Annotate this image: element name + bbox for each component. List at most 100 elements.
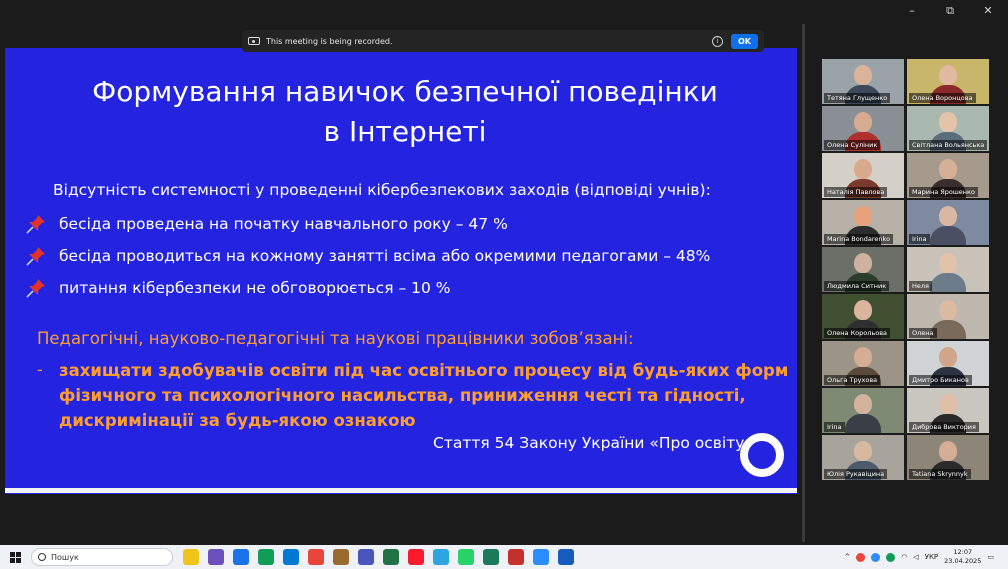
taskbar-app-icon[interactable] (258, 549, 274, 565)
slide-title-line2: в Інтернеті (323, 115, 487, 148)
participant-tile[interactable]: Тетяна Глущенко (822, 59, 904, 104)
participant-tile[interactable]: Tatiana Skrynnyk (907, 435, 989, 480)
volume-icon[interactable]: ◁ (913, 553, 918, 561)
participant-tile[interactable]: Олена Воронцова (907, 59, 989, 104)
participant-head (939, 394, 957, 415)
participant-name: Тетяна Глущенко (824, 93, 891, 103)
taskbar-app-icon[interactable] (208, 549, 224, 565)
participant-tile[interactable]: Олена (907, 294, 989, 339)
slide-bottom-strip (5, 488, 797, 493)
windows-taskbar: Пошук ^ ◠ ◁ УКР 12:07 23.04.2025 ▭ (0, 545, 1008, 569)
participant-name: Олена Суліник (824, 140, 881, 150)
taskbar-app-icon[interactable] (383, 549, 399, 565)
zoom-meeting-window: – ⧉ ✕ Формування навичок безпечної повед… (0, 0, 1008, 569)
participant-name: Irina (909, 234, 930, 244)
participant-head (939, 441, 957, 462)
slide-title: Формування навичок безпечної поведінки в… (5, 72, 805, 152)
windows-start-icon[interactable] (10, 551, 21, 563)
participant-tile[interactable]: Ольга Трухова (822, 341, 904, 386)
participant-name: Ольга Трухова (824, 375, 881, 385)
participant-tile[interactable]: Неля (907, 247, 989, 292)
taskbar-app-icon[interactable] (308, 549, 324, 565)
taskbar-app-icon[interactable] (533, 549, 549, 565)
window-controls: – ⧉ ✕ (904, 4, 996, 18)
ok-button[interactable]: OK (731, 33, 758, 49)
participant-tile[interactable]: Юлія Рукавіцина (822, 435, 904, 480)
taskbar-app-icon[interactable] (283, 549, 299, 565)
notifications-icon[interactable]: ▭ (987, 553, 994, 561)
obligations-heading: Педагогічні, науково-педагогічні та наук… (37, 329, 634, 348)
close-icon[interactable]: ✕ (980, 4, 996, 18)
taskbar-app-icon[interactable] (233, 549, 249, 565)
taskbar-pinned-apps (183, 549, 574, 565)
participant-gallery: Тетяна Глущенко Олена Воронцова Олена Сулі… (822, 59, 990, 480)
taskbar-app-icon[interactable] (458, 549, 474, 565)
participant-tile[interactable]: Людмила Ситник (822, 247, 904, 292)
participant-head (939, 65, 957, 86)
participant-tile[interactable]: Світлана Вольянська (907, 106, 989, 151)
tray-app-icon[interactable] (886, 552, 896, 562)
slide-title-line1: Формування навичок безпечної поведінки (92, 75, 718, 108)
participant-name: Марина Ярошенко (909, 187, 978, 197)
participant-tile[interactable]: Диброва Виктория (907, 388, 989, 433)
participant-head (939, 300, 957, 321)
wifi-icon[interactable]: ◠ (901, 553, 907, 561)
participant-head (854, 300, 872, 321)
restore-icon[interactable]: ⧉ (942, 4, 958, 18)
participant-name: Світлана Вольянська (909, 140, 987, 150)
statistics-item-text: бесіда проводиться на кожному занятті вс… (59, 247, 711, 265)
participant-name: Marina Bondarenko (824, 234, 894, 244)
obligations-dash: - (37, 360, 43, 379)
participant-head (854, 206, 872, 227)
panel-divider[interactable] (802, 24, 805, 542)
taskbar-app-icon[interactable] (183, 549, 199, 565)
taskbar-search-input[interactable]: Пошук (31, 548, 173, 566)
taskbar-app-icon[interactable] (558, 549, 574, 565)
language-indicator[interactable]: УКР (925, 553, 938, 561)
obligations-text: захищати здобувачів освіти під час освіт… (59, 361, 789, 430)
participant-tile[interactable]: Олена Корольова (822, 294, 904, 339)
statistics-item: бесіда проведена на початку навчального … (25, 208, 710, 240)
participant-head (939, 347, 957, 368)
info-icon[interactable]: i (712, 35, 723, 47)
statistics-list: бесіда проведена на початку навчального … (25, 208, 710, 304)
participant-tile[interactable]: Irina (907, 200, 989, 245)
tray-app-icon[interactable] (871, 552, 881, 562)
participant-tile[interactable]: Марина Ярошенко (907, 153, 989, 198)
participant-tile[interactable]: Олена Суліник (822, 106, 904, 151)
participant-head (854, 65, 872, 86)
taskbar-search-placeholder: Пошук (51, 552, 79, 562)
pushpin-icon (26, 279, 45, 298)
taskbar-app-icon[interactable] (358, 549, 374, 565)
participant-name: Юлія Рукавіцина (824, 469, 888, 479)
participant-name: Неля (909, 281, 932, 291)
participant-name: Олена Корольова (824, 328, 891, 338)
ring-logo (740, 433, 784, 477)
law-citation: Стаття 54 Закону України «Про освіту» (433, 434, 754, 452)
search-icon (38, 553, 46, 561)
participant-tile[interactable]: Marina Bondarenko (822, 200, 904, 245)
tray-app-icon[interactable] (856, 552, 866, 562)
taskbar-app-icon[interactable] (483, 549, 499, 565)
taskbar-app-icon[interactable] (408, 549, 424, 565)
participant-head (939, 206, 957, 227)
taskbar-app-icon[interactable] (433, 549, 449, 565)
taskbar-app-icon[interactable] (508, 549, 524, 565)
participant-tile[interactable]: Наталія Павлова (822, 153, 904, 198)
tray-chevron-icon[interactable]: ^ (844, 553, 850, 561)
taskbar-app-icon[interactable] (333, 549, 349, 565)
statistics-heading: Відсутність системності у проведенні кіб… (53, 181, 711, 199)
participant-head (939, 253, 957, 274)
participant-head (854, 441, 872, 462)
participant-head (854, 159, 872, 180)
participant-head (854, 253, 872, 274)
participant-name: Олена Воронцова (909, 93, 976, 103)
participant-head (939, 159, 957, 180)
statistics-item: питання кібербезпеки не обговорюється – … (25, 272, 710, 304)
shared-slide: Формування навичок безпечної поведінки в… (5, 48, 797, 494)
taskbar-clock[interactable]: 12:07 23.04.2025 (944, 548, 981, 566)
statistics-item-text: бесіда проведена на початку навчального … (59, 215, 508, 233)
participant-tile[interactable]: Irina (822, 388, 904, 433)
participant-tile[interactable]: Дмитро Биканов (907, 341, 989, 386)
minimize-icon[interactable]: – (904, 4, 920, 18)
